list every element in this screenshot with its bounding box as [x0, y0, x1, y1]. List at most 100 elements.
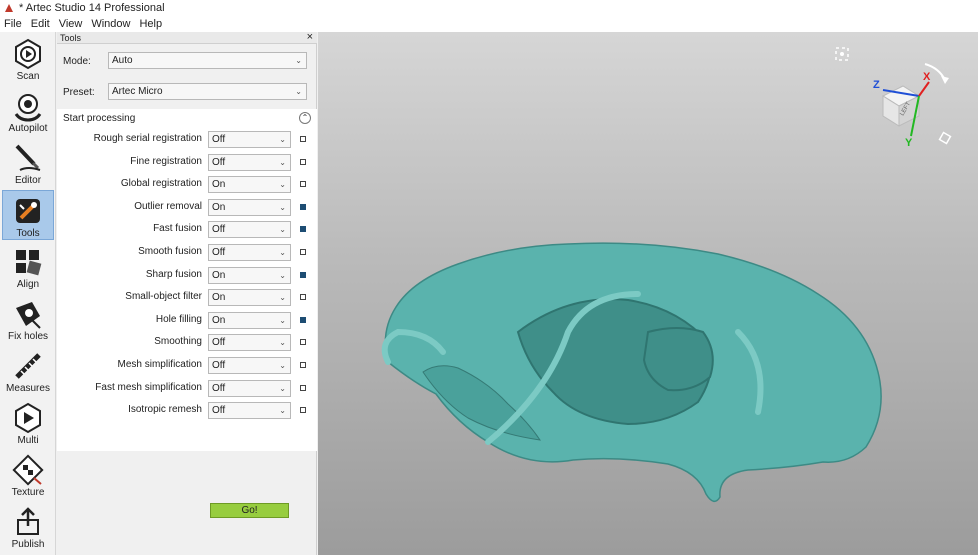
section-title: Start processing — [63, 113, 136, 124]
operation-select[interactable]: Off ⌄ — [208, 131, 291, 148]
tool-label: Align — [16, 279, 40, 290]
tool-texture[interactable]: Texture — [2, 450, 54, 500]
chevron-down-icon: ⌄ — [279, 338, 286, 348]
tools-panel: Tools × Mode: Auto ⌄ Preset: Artec Micro… — [57, 31, 317, 555]
operation-label: Sharp fusion — [145, 268, 202, 280]
axis-z-label: Z — [873, 79, 880, 91]
tools-icon — [16, 199, 40, 223]
tool-align[interactable]: Align — [2, 242, 54, 292]
tool-autopilot[interactable]: Autopilot — [2, 86, 54, 136]
chevron-down-icon: ⌄ — [279, 180, 286, 190]
align-icon — [16, 250, 42, 276]
menu-help[interactable]: Help — [139, 18, 162, 30]
tool-label: Scan — [16, 71, 40, 82]
preset-row: Preset: Artec Micro ⌄ — [57, 83, 317, 103]
operation-value: Off — [212, 156, 226, 168]
menu-file[interactable]: File — [4, 18, 22, 30]
app-window: * Artec Studio 14 Professional File Edit… — [0, 0, 978, 555]
operation-row: Smoothing Off ⌄ — [57, 334, 317, 352]
operation-select[interactable]: Off ⌄ — [208, 402, 291, 420]
operation-checkbox[interactable] — [300, 316, 306, 323]
preset-select[interactable]: Artec Micro ⌄ — [108, 83, 307, 100]
operation-value: On — [212, 201, 226, 213]
operation-value: Off — [212, 337, 226, 349]
operation-select[interactable]: Off ⌄ — [208, 153, 291, 171]
tool-publish[interactable]: Publish — [2, 502, 54, 552]
operation-checkbox[interactable] — [300, 136, 306, 142]
operation-checkbox[interactable] — [300, 339, 306, 346]
operation-select[interactable]: Off ⌄ — [208, 221, 291, 239]
tool-label: Fix holes — [7, 331, 48, 342]
operation-label: Fast mesh simplification — [95, 381, 202, 393]
chevron-down-icon: ⌄ — [279, 315, 286, 325]
tool-label: Publish — [11, 539, 45, 550]
operation-label: Fine registration — [130, 155, 202, 167]
3d-viewport[interactable]: LEFT Z X Y — [318, 32, 978, 555]
operation-select[interactable]: Off ⌄ — [208, 357, 291, 374]
panel-header: Tools × — [57, 31, 317, 44]
operation-checkbox[interactable] — [300, 181, 306, 188]
window-title: * Artec Studio 14 Professional — [19, 2, 165, 14]
operation-value: Off — [212, 134, 226, 145]
chevron-down-icon: ⌄ — [279, 135, 286, 144]
operation-row: Fast mesh simplification Off ⌄ — [57, 379, 317, 398]
operation-checkbox[interactable] — [300, 271, 306, 278]
close-icon[interactable]: × — [307, 31, 313, 43]
go-button[interactable]: Go! — [210, 503, 289, 518]
operation-select[interactable]: On ⌄ — [208, 311, 291, 329]
menu-edit[interactable]: Edit — [31, 18, 50, 30]
tool-tools[interactable]: Tools — [2, 190, 54, 240]
operation-select[interactable]: Off ⌄ — [208, 244, 291, 261]
operation-select[interactable]: Off ⌄ — [208, 379, 291, 397]
mode-select[interactable]: Auto ⌄ — [108, 52, 307, 69]
tool-fix-holes[interactable]: Fix holes — [2, 294, 54, 344]
operation-checkbox[interactable] — [300, 249, 306, 255]
operation-select[interactable]: On ⌄ — [208, 198, 291, 216]
operation-checkbox[interactable] — [300, 158, 306, 165]
cube-reset-icon[interactable] — [938, 131, 952, 145]
navigation-cube[interactable]: LEFT Z X Y — [873, 63, 952, 149]
operation-row: Rough serial registration Off ⌄ — [57, 131, 317, 149]
operation-select[interactable]: Off ⌄ — [208, 334, 291, 352]
tool-label: Texture — [11, 487, 45, 498]
menu-view[interactable]: View — [59, 18, 83, 30]
tool-label: Measures — [6, 383, 50, 394]
skull-model[interactable] — [381, 242, 882, 503]
autopilot-icon — [14, 94, 42, 122]
operation-checkbox[interactable] — [300, 203, 306, 210]
operation-value: Off — [212, 224, 226, 236]
operation-row: Sharp fusion On ⌄ — [57, 266, 317, 285]
menu-window[interactable]: Window — [91, 18, 130, 30]
operation-label: Smoothing — [154, 336, 202, 348]
tool-scan[interactable]: Scan — [2, 34, 54, 84]
chevron-down-icon: ⌄ — [295, 87, 302, 96]
collapse-icon[interactable]: ⌃ — [299, 112, 311, 124]
chevron-down-icon: ⌄ — [295, 56, 302, 65]
operation-checkbox[interactable] — [300, 362, 306, 368]
editor-icon — [15, 144, 41, 171]
operation-label: Rough serial registration — [93, 133, 202, 144]
operation-label: Fast fusion — [153, 223, 202, 235]
operation-select[interactable]: On ⌄ — [208, 289, 291, 307]
tool-measures[interactable]: Measures — [2, 346, 54, 396]
operation-select[interactable]: On ⌄ — [208, 266, 291, 284]
chevron-down-icon: ⌄ — [279, 406, 286, 416]
chevron-down-icon: ⌄ — [279, 383, 286, 393]
operation-label: Mesh simplification — [117, 359, 202, 370]
left-toolbar: Scan Autopilot Editor Tools Align Fix ho… — [0, 32, 56, 555]
fit-view-icon[interactable] — [835, 47, 849, 61]
operation-checkbox[interactable] — [300, 407, 306, 414]
operation-row: Smooth fusion Off ⌄ — [57, 244, 317, 262]
tool-editor[interactable]: Editor — [2, 138, 54, 188]
title-bar: * Artec Studio 14 Professional — [0, 0, 978, 16]
operation-row: Outlier removal On ⌄ — [57, 198, 317, 217]
operation-select[interactable]: On ⌄ — [208, 176, 291, 194]
operation-checkbox[interactable] — [300, 384, 306, 391]
operation-label: Outlier removal — [134, 200, 202, 212]
chevron-down-icon: ⌄ — [279, 157, 286, 167]
operation-checkbox[interactable] — [300, 226, 306, 233]
operation-value: On — [212, 269, 226, 281]
mode-row: Mode: Auto ⌄ — [57, 52, 317, 72]
operation-checkbox[interactable] — [300, 294, 306, 301]
tool-multi[interactable]: Multi — [2, 398, 54, 448]
